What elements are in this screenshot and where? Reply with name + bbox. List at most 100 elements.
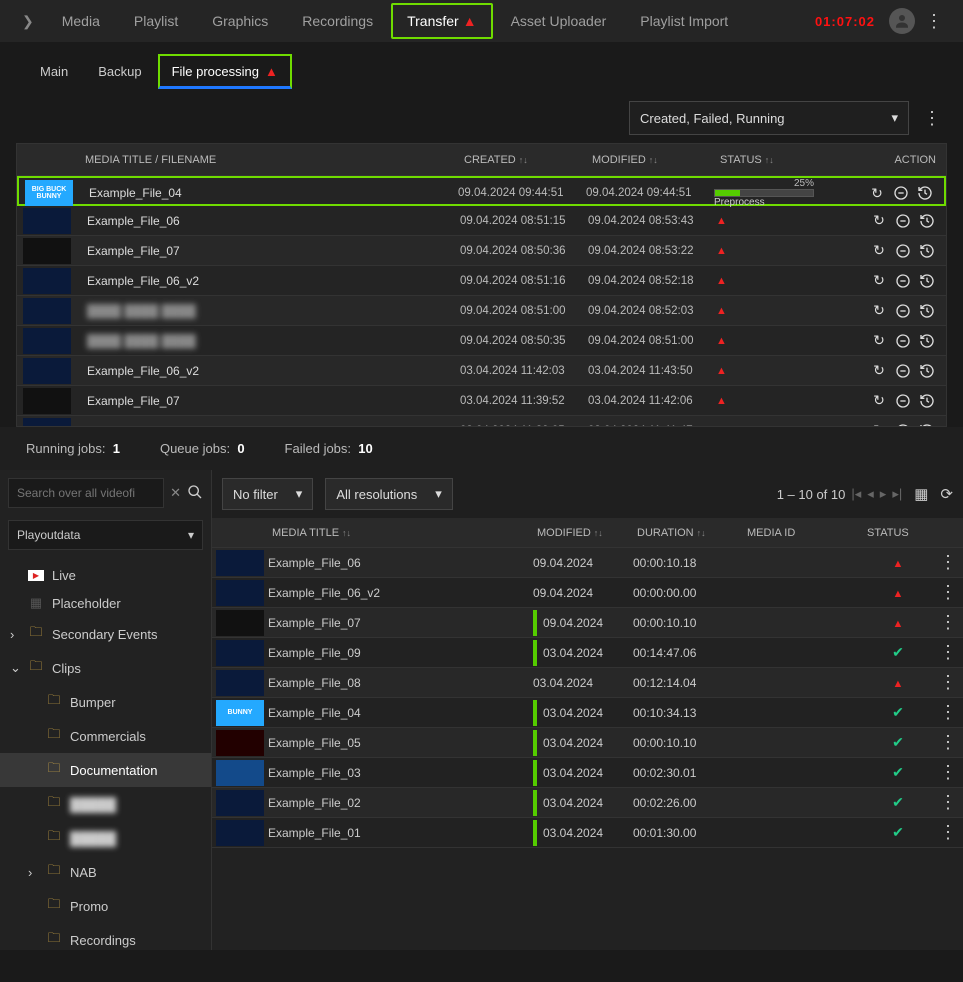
tree-item-secondary-events[interactable]: ›🗀Secondary Events <box>0 617 211 651</box>
history-icon[interactable] <box>918 302 936 320</box>
stop-icon[interactable] <box>894 302 912 320</box>
resolution-select[interactable]: All resolutions▾ <box>325 478 452 510</box>
retry-icon[interactable]: ↻ <box>870 272 888 290</box>
stop-icon[interactable] <box>894 332 912 350</box>
media-row[interactable]: Example_File_05 03.04.2024 00:00:10.10 ✔… <box>212 728 963 758</box>
row-overflow-icon[interactable]: ⋮ <box>933 552 963 572</box>
clear-icon[interactable]: ✕ <box>170 485 181 501</box>
history-icon[interactable] <box>918 332 936 350</box>
tree-item-clips[interactable]: ⌄🗀Clips <box>0 651 211 685</box>
stop-icon[interactable] <box>892 184 910 202</box>
status-filter-select[interactable]: Created, Failed, Running ▾ <box>629 101 909 135</box>
job-row[interactable]: Example_File_07 09.04.2024 08:50:36 09.0… <box>17 236 946 266</box>
nav-transfer[interactable]: Transfer▲ <box>391 3 492 39</box>
row-overflow-icon[interactable]: ⋮ <box>933 762 963 782</box>
tree-item-blurred[interactable]: 🗀█████ <box>0 821 211 855</box>
job-row[interactable]: Example_File_06_v2 09.04.2024 08:51:16 0… <box>17 266 946 296</box>
mcol-status[interactable]: STATUS <box>867 527 909 539</box>
job-row[interactable]: ████ ████ ████ 09.04.2024 08:50:35 09.04… <box>17 326 946 356</box>
page-last-icon[interactable]: ▸| <box>892 486 902 502</box>
nav-back-icon[interactable]: ❯ <box>14 9 42 34</box>
history-icon[interactable] <box>918 362 936 380</box>
media-row[interactable]: BUNNY Example_File_04 03.04.2024 00:10:3… <box>212 698 963 728</box>
retry-icon[interactable]: ↻ <box>870 242 888 260</box>
history-icon[interactable] <box>918 272 936 290</box>
retry-icon[interactable]: ↻ <box>870 422 888 427</box>
tree-item-placeholder[interactable]: ▦Placeholder <box>0 589 211 617</box>
retry-icon[interactable]: ↻ <box>870 392 888 410</box>
retry-icon[interactable]: ↻ <box>870 332 888 350</box>
tree-item-live[interactable]: ▶Live <box>0 562 211 589</box>
nav-asset-uploader[interactable]: Asset Uploader <box>495 3 623 39</box>
page-next-icon[interactable]: ▸ <box>880 486 887 502</box>
row-overflow-icon[interactable]: ⋮ <box>933 792 963 812</box>
mcol-mediaid[interactable]: MEDIA ID <box>747 527 795 539</box>
col-modified[interactable]: MODIFIED <box>592 154 646 166</box>
stop-icon[interactable] <box>894 212 912 230</box>
row-overflow-icon[interactable]: ⋮ <box>933 582 963 602</box>
row-overflow-icon[interactable]: ⋮ <box>933 732 963 752</box>
row-overflow-icon[interactable]: ⋮ <box>933 642 963 662</box>
retry-icon[interactable]: ↻ <box>868 184 886 202</box>
media-row[interactable]: Example_File_01 03.04.2024 00:01:30.00 ✔… <box>212 818 963 848</box>
tree-item-documentation[interactable]: 🗀Documentation <box>0 753 211 787</box>
row-overflow-icon[interactable]: ⋮ <box>933 822 963 842</box>
tab-backup[interactable]: Backup <box>84 54 155 89</box>
media-row[interactable]: Example_File_06 09.04.2024 00:00:10.18 ▲… <box>212 548 963 578</box>
media-row[interactable]: Example_File_06_v2 09.04.2024 00:00:00.0… <box>212 578 963 608</box>
nav-playlist[interactable]: Playlist <box>118 3 194 39</box>
search-input[interactable] <box>8 478 164 508</box>
mcol-title[interactable]: MEDIA TITLE <box>272 527 339 539</box>
mcol-duration[interactable]: DURATION <box>637 527 694 539</box>
col-status[interactable]: STATUS <box>720 154 762 166</box>
history-icon[interactable] <box>918 242 936 260</box>
retry-icon[interactable]: ↻ <box>870 212 888 230</box>
retry-icon[interactable]: ↻ <box>870 362 888 380</box>
history-icon[interactable] <box>918 212 936 230</box>
nav-recordings[interactable]: Recordings <box>286 3 389 39</box>
top-overflow-icon[interactable]: ⋮ <box>919 11 949 32</box>
page-first-icon[interactable]: |◂ <box>851 486 861 502</box>
search-icon[interactable] <box>187 484 203 503</box>
col-created[interactable]: CREATED <box>464 154 516 166</box>
row-overflow-icon[interactable]: ⋮ <box>933 672 963 692</box>
stop-icon[interactable] <box>894 242 912 260</box>
tree-item-nab[interactable]: ›🗀NAB <box>0 855 211 889</box>
stop-icon[interactable] <box>894 272 912 290</box>
retry-icon[interactable]: ↻ <box>870 302 888 320</box>
user-avatar-icon[interactable] <box>889 8 915 34</box>
stop-icon[interactable] <box>894 362 912 380</box>
nav-playlist-import[interactable]: Playlist Import <box>624 3 744 39</box>
nav-media[interactable]: Media <box>46 3 116 39</box>
page-prev-icon[interactable]: ◂ <box>867 486 874 502</box>
tree-item-bumper[interactable]: 🗀Bumper <box>0 685 211 719</box>
row-overflow-icon[interactable]: ⋮ <box>933 702 963 722</box>
grid-view-icon[interactable]: ▦ <box>914 485 928 503</box>
media-row[interactable]: Example_File_08 03.04.2024 00:12:14.04 ▲… <box>212 668 963 698</box>
refresh-icon[interactable]: ⟳ <box>940 485 953 503</box>
filter-overflow-icon[interactable]: ⋮ <box>917 108 947 129</box>
tab-main[interactable]: Main <box>26 54 82 89</box>
job-row[interactable]: BIG BUCKBUNNY Example_File_04 09.04.2024… <box>17 176 946 206</box>
tree-item-blurred[interactable]: 🗀█████ <box>0 787 211 821</box>
filter-select[interactable]: No filter▾ <box>222 478 313 510</box>
job-row[interactable]: Example_File_06 09.04.2024 08:51:15 09.0… <box>17 206 946 236</box>
source-select[interactable]: Playoutdata ▾ <box>8 520 203 550</box>
media-row[interactable]: Example_File_09 03.04.2024 00:14:47.06 ✔… <box>212 638 963 668</box>
tree-item-recordings[interactable]: 🗀Recordings <box>0 923 211 950</box>
stop-icon[interactable] <box>894 422 912 427</box>
nav-graphics[interactable]: Graphics <box>196 3 284 39</box>
history-icon[interactable] <box>918 392 936 410</box>
tree-item-commercials[interactable]: 🗀Commercials <box>0 719 211 753</box>
tree-item-promo[interactable]: 🗀Promo <box>0 889 211 923</box>
history-icon[interactable] <box>916 184 934 202</box>
row-overflow-icon[interactable]: ⋮ <box>933 612 963 632</box>
media-row[interactable]: Example_File_03 03.04.2024 00:02:30.01 ✔… <box>212 758 963 788</box>
job-row[interactable]: Example_File_06 03.04.2024 11:39:05 03.0… <box>17 416 946 426</box>
job-row[interactable]: ████ ████ ████ 09.04.2024 08:51:00 09.04… <box>17 296 946 326</box>
job-row[interactable]: Example_File_06_v2 03.04.2024 11:42:03 0… <box>17 356 946 386</box>
media-row[interactable]: Example_File_07 09.04.2024 00:00:10.10 ▲… <box>212 608 963 638</box>
mcol-modified[interactable]: MODIFIED <box>537 527 591 539</box>
stop-icon[interactable] <box>894 392 912 410</box>
history-icon[interactable] <box>918 422 936 427</box>
